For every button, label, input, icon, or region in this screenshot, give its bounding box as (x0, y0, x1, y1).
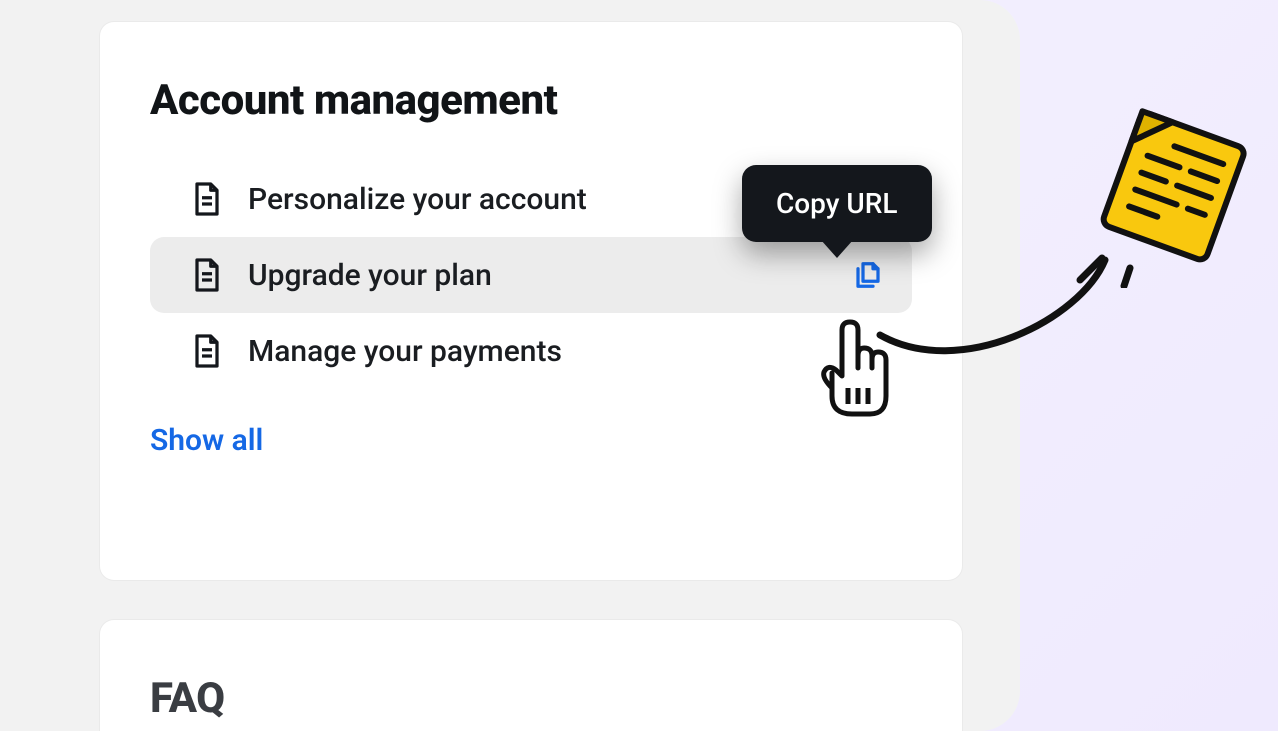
flying-note-illustration (1072, 108, 1252, 288)
item-manage-payments[interactable]: Manage your payments (150, 313, 912, 389)
faq-title: FAQ (150, 674, 912, 723)
item-upgrade-plan[interactable]: Upgrade your plan (150, 237, 912, 313)
item-label: Manage your payments (248, 334, 888, 369)
document-icon (192, 257, 222, 293)
hand-cursor-icon (814, 318, 894, 418)
faq-card: FAQ (100, 620, 962, 731)
document-icon (192, 333, 222, 369)
document-icon (192, 181, 222, 217)
copy-url-tooltip: Copy URL (742, 165, 932, 242)
item-label: Upgrade your plan (248, 258, 848, 293)
account-card: Account management Personalize your acco… (100, 22, 962, 580)
show-all-link[interactable]: Show all (150, 423, 263, 458)
account-title: Account management (150, 76, 912, 125)
